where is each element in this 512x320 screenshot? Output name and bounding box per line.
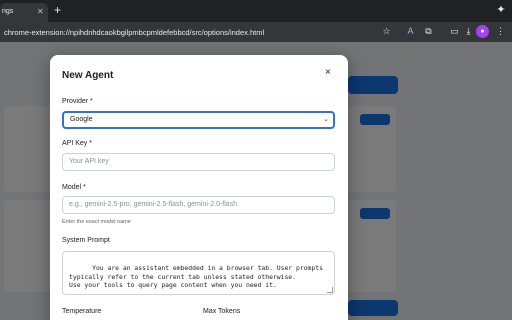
- model-input[interactable]: e.g., gemini-2.5-pro, gemini-2.5-flash, …: [62, 196, 335, 214]
- system-prompt-textarea[interactable]: You are an assistant embedded in a brows…: [62, 251, 335, 295]
- browser-toolbar: chrome-extension://npihdnhdcaokbgilpmbcp…: [0, 22, 512, 42]
- new-tab-button[interactable]: +: [54, 4, 61, 16]
- resize-handle-icon[interactable]: [327, 287, 333, 293]
- tab-close-icon[interactable]: ✕: [37, 7, 44, 16]
- tab-title: ngs: [2, 8, 14, 15]
- api-key-input[interactable]: Your API key: [62, 153, 335, 171]
- tab-strip: ngs ✕ + ✦: [0, 0, 512, 22]
- menu-kebab-icon[interactable]: ⋮: [494, 25, 507, 38]
- system-prompt-text: You are an assistant embedded in a brows…: [69, 264, 323, 290]
- model-label: Model *: [62, 184, 86, 191]
- download-icon[interactable]: ⤓: [462, 25, 475, 38]
- model-placeholder: e.g., gemini-2.5-pro, gemini-2.5-flash, …: [69, 201, 238, 208]
- model-hint: Enter the exact model name: [62, 219, 131, 225]
- new-agent-dialog: New Agent × Provider * Google ⌄ API Key …: [50, 55, 348, 320]
- extension-pin-icon[interactable]: ✦: [494, 3, 508, 17]
- close-icon[interactable]: ×: [325, 68, 331, 78]
- extensions-puzzle-icon[interactable]: ⧉: [422, 25, 435, 38]
- address-bar[interactable]: chrome-extension://npihdnhdcaokbgilpmbcp…: [4, 28, 264, 37]
- dialog-title: New Agent: [62, 70, 114, 81]
- translate-extension-icon[interactable]: A: [404, 25, 417, 38]
- provider-select[interactable]: Google ⌄: [62, 111, 335, 129]
- max-tokens-label: Max Tokens: [203, 308, 241, 315]
- api-key-label: API Key *: [62, 140, 92, 147]
- browser-tab[interactable]: ngs ✕: [0, 3, 48, 22]
- options-page: New Agent × Provider * Google ⌄ API Key …: [0, 42, 512, 320]
- chevron-down-icon: ⌄: [323, 116, 329, 123]
- provider-label: Provider *: [62, 98, 93, 105]
- bookmark-star-icon[interactable]: ☆: [380, 25, 393, 38]
- temperature-label: Temperature: [62, 308, 102, 315]
- api-key-placeholder: Your API key: [69, 158, 109, 165]
- system-prompt-label: System Prompt: [62, 237, 110, 244]
- profile-avatar[interactable]: ●: [476, 25, 489, 38]
- provider-value: Google: [70, 116, 93, 123]
- side-panel-icon[interactable]: ▭: [448, 25, 461, 38]
